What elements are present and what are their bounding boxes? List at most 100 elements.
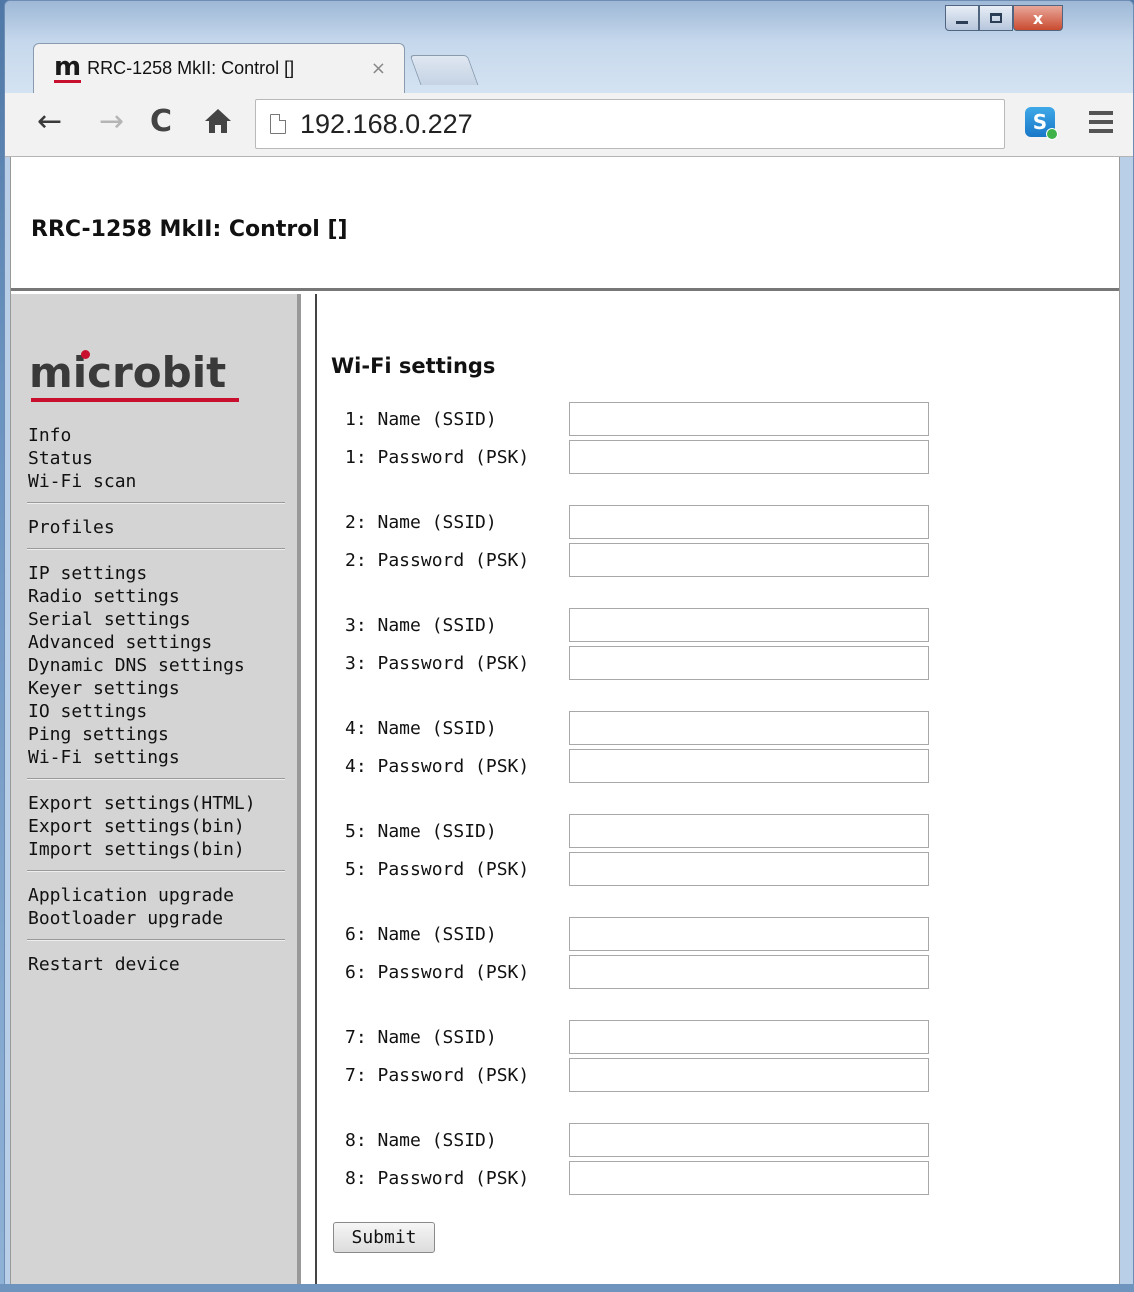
sidebar-item-keyer-settings[interactable]: Keyer settings <box>28 677 288 700</box>
ssid-input-2[interactable] <box>569 505 929 539</box>
sidebar-item-ddns-settings[interactable]: Dynamic DNS settings <box>28 654 288 677</box>
sidebar-item-import-bin[interactable]: Import settings(bin) <box>28 838 288 861</box>
ssid-label: 5: Name (SSID) <box>345 820 497 842</box>
main-content: Wi-Fi settings 1: Name (SSID) 1: Passwor… <box>315 294 1119 1292</box>
psk-input-5[interactable] <box>569 852 929 886</box>
psk-label: 4: Password (PSK) <box>345 755 530 777</box>
sidebar-divider <box>27 502 285 504</box>
ssid-label: 8: Name (SSID) <box>345 1129 497 1151</box>
psk-label: 1: Password (PSK) <box>345 446 530 468</box>
psk-label: 5: Password (PSK) <box>345 858 530 880</box>
sidebar-item-export-html[interactable]: Export settings(HTML) <box>28 792 288 815</box>
sidebar-item-serial-settings[interactable]: Serial settings <box>28 608 288 631</box>
ssid-input-3[interactable] <box>569 608 929 642</box>
ssid-row-7: 7: Name (SSID) <box>345 1020 929 1054</box>
ssid-label: 2: Name (SSID) <box>345 511 497 533</box>
ssid-row-1: 1: Name (SSID) <box>345 402 929 436</box>
psk-row-5: 5: Password (PSK) <box>345 852 929 886</box>
url-text: 192.168.0.227 <box>300 108 473 139</box>
psk-label: 7: Password (PSK) <box>345 1064 530 1086</box>
psk-input-6[interactable] <box>569 955 929 989</box>
minimize-icon <box>956 20 968 24</box>
sidebar-divider <box>27 870 285 872</box>
menu-icon[interactable] <box>1089 111 1113 138</box>
home-icon[interactable] <box>203 107 233 141</box>
ssid-input-1[interactable] <box>569 402 929 436</box>
psk-label: 2: Password (PSK) <box>345 549 530 571</box>
psk-row-6: 6: Password (PSK) <box>345 955 929 989</box>
minimize-button[interactable] <box>945 5 979 31</box>
tab-active[interactable]: m RRC-1258 MkII: Control [] × <box>33 43 405 93</box>
ssid-input-7[interactable] <box>569 1020 929 1054</box>
nav-group-status: Info Status Wi-Fi scan <box>28 424 288 493</box>
sidebar-item-wifi-scan[interactable]: Wi-Fi scan <box>28 470 288 493</box>
sidebar-item-info[interactable]: Info <box>28 424 288 447</box>
sidebar-item-export-bin[interactable]: Export settings(bin) <box>28 815 288 838</box>
psk-input-8[interactable] <box>569 1161 929 1195</box>
maximize-icon <box>990 13 1002 23</box>
psk-input-2[interactable] <box>569 543 929 577</box>
submit-button[interactable]: Submit <box>333 1222 435 1253</box>
ssid-label: 1: Name (SSID) <box>345 408 497 430</box>
nav-group-restart: Restart device <box>28 953 288 976</box>
ssid-input-5[interactable] <box>569 814 929 848</box>
sidebar-divider <box>27 939 285 941</box>
sidebar-item-profiles[interactable]: Profiles <box>28 516 288 539</box>
ssid-label: 6: Name (SSID) <box>345 923 497 945</box>
sidebar-item-radio-settings[interactable]: Radio settings <box>28 585 288 608</box>
reload-icon[interactable]: C <box>150 107 172 137</box>
ssid-row-4: 4: Name (SSID) <box>345 711 929 745</box>
ssid-input-6[interactable] <box>569 917 929 951</box>
ssid-input-8[interactable] <box>569 1123 929 1157</box>
ssid-input-4[interactable] <box>569 711 929 745</box>
logo-dot-icon <box>81 350 90 359</box>
sidebar-item-io-settings[interactable]: IO settings <box>28 700 288 723</box>
nav-group-upgrade: Application upgrade Bootloader upgrade <box>28 884 288 930</box>
sidebar-divider <box>27 778 285 780</box>
browser-toolbar: ← → C 192.168.0.227 S <box>5 93 1133 157</box>
nav-group-profiles: Profiles <box>28 516 288 539</box>
tab-title: RRC-1258 MkII: Control [] <box>87 58 295 78</box>
ssid-label: 7: Name (SSID) <box>345 1026 497 1048</box>
psk-row-7: 7: Password (PSK) <box>345 1058 929 1092</box>
ssid-row-3: 3: Name (SSID) <box>345 608 929 642</box>
tab-close-icon[interactable]: × <box>371 58 386 79</box>
page-viewport: RRC-1258 MkII: Control [] microbit Info … <box>10 157 1120 1292</box>
address-bar[interactable]: 192.168.0.227 <box>255 99 1005 149</box>
sidebar-item-status[interactable]: Status <box>28 447 288 470</box>
taskbar-edge <box>0 1284 1134 1292</box>
maximize-button[interactable] <box>979 5 1013 31</box>
sidebar-item-advanced-settings[interactable]: Advanced settings <box>28 631 288 654</box>
psk-label: 3: Password (PSK) <box>345 652 530 674</box>
header-frame: RRC-1258 MkII: Control [] <box>11 157 1119 291</box>
psk-input-3[interactable] <box>569 646 929 680</box>
ssid-row-5: 5: Name (SSID) <box>345 814 929 848</box>
psk-input-7[interactable] <box>569 1058 929 1092</box>
psk-input-4[interactable] <box>569 749 929 783</box>
nav-group-export: Export settings(HTML) Export settings(bi… <box>28 792 288 861</box>
sidebar-divider <box>27 548 285 550</box>
psk-label: 8: Password (PSK) <box>345 1167 530 1189</box>
sidebar-item-ping-settings[interactable]: Ping settings <box>28 723 288 746</box>
microbit-logo: microbit <box>29 348 227 397</box>
psk-input-1[interactable] <box>569 440 929 474</box>
sidebar-item-bootloader-upgrade[interactable]: Bootloader upgrade <box>28 907 288 930</box>
ssid-row-6: 6: Name (SSID) <box>345 917 929 951</box>
sidebar-item-restart-device[interactable]: Restart device <box>28 953 288 976</box>
ssid-row-8: 8: Name (SSID) <box>345 1123 929 1157</box>
window-close-button[interactable]: x <box>1013 5 1063 31</box>
skype-extension-icon[interactable]: S <box>1025 107 1058 140</box>
new-tab-button[interactable] <box>409 55 479 85</box>
sidebar-item-wifi-settings[interactable]: Wi-Fi settings <box>28 746 288 769</box>
status-dot-icon <box>1046 128 1058 140</box>
psk-row-2: 2: Password (PSK) <box>345 543 929 577</box>
psk-label: 6: Password (PSK) <box>345 961 530 983</box>
logo-underline <box>31 398 239 402</box>
forward-icon[interactable]: → <box>99 107 124 137</box>
ssid-label: 3: Name (SSID) <box>345 614 497 636</box>
sidebar-item-application-upgrade[interactable]: Application upgrade <box>28 884 288 907</box>
back-icon[interactable]: ← <box>37 107 62 137</box>
sidebar: microbit Info Status Wi-Fi scan Profiles… <box>11 294 301 1292</box>
sidebar-item-ip-settings[interactable]: IP settings <box>28 562 288 585</box>
psk-row-1: 1: Password (PSK) <box>345 440 929 474</box>
